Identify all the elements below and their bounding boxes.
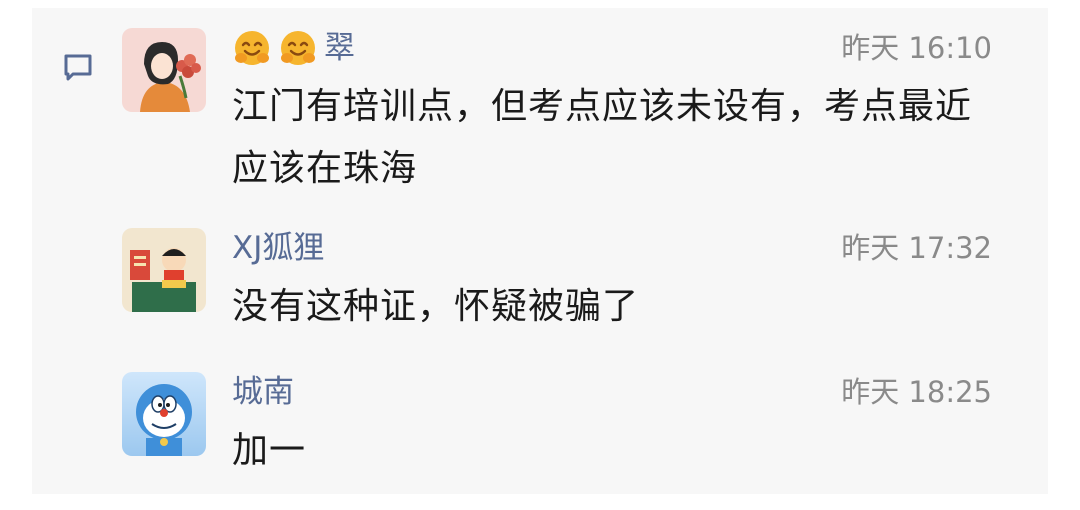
commenter-name[interactable]: XJ狐狸: [232, 228, 324, 268]
comment-icon: [60, 50, 96, 86]
smiling-hug-emoji-icon: [232, 28, 272, 68]
avatar[interactable]: [122, 372, 206, 456]
comment-text: 加一: [232, 430, 307, 471]
comment-time: 昨天 18:25: [841, 375, 992, 409]
comment-item[interactable]: 翠 昨天 16:10 江门有培训点，但考点应该未设有，考点最近应该在珠海: [122, 28, 992, 198]
smiling-hug-emoji-icon: [278, 28, 318, 68]
comment-item[interactable]: 城南 昨天 18:25 加一: [122, 372, 992, 472]
avatar[interactable]: [122, 28, 206, 112]
comment-text: 没有这种证，怀疑被骗了: [232, 286, 640, 327]
avatar[interactable]: [122, 228, 206, 312]
commenter-name[interactable]: 城南: [232, 372, 294, 412]
comment-item[interactable]: XJ狐狸 昨天 17:32 没有这种证，怀疑被骗了: [122, 228, 992, 328]
comment-time: 昨天 17:32: [841, 231, 992, 265]
commenter-name-text[interactable]: 翠: [324, 28, 355, 68]
comment-time: 昨天 16:10: [841, 31, 992, 65]
comment-text: 江门有培训点，但考点应该未设有，考点最近应该在珠海: [232, 86, 973, 189]
commenter-name[interactable]: 翠: [232, 28, 355, 68]
